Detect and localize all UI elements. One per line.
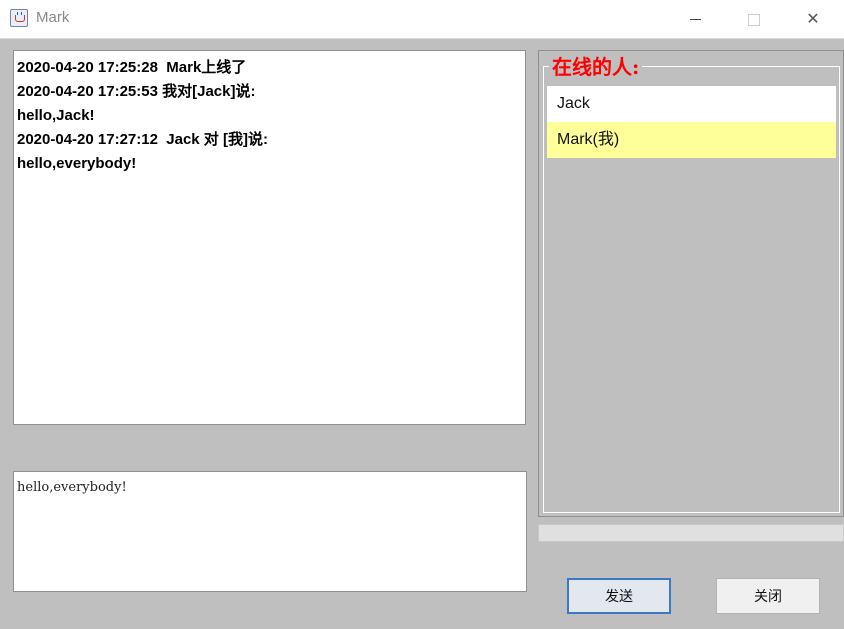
chat-message: hello,Jack! bbox=[17, 107, 95, 124]
maximize-icon bbox=[748, 13, 760, 26]
online-users-panel: 在线的人: Jack Mark(我) bbox=[538, 50, 844, 517]
title-bar: Mark ✕ bbox=[0, 0, 844, 39]
send-button[interactable]: 发送 bbox=[567, 578, 671, 614]
chat-history[interactable]: 2020-04-20 17:25:28 Mark上线了 2020-04-20 1… bbox=[13, 50, 526, 425]
message-input[interactable]: hello,everybody! bbox=[13, 471, 527, 592]
online-users-title: 在线的人: bbox=[549, 54, 643, 80]
user-list-item[interactable]: Jack bbox=[547, 86, 836, 122]
chat-message: hello,everybody! bbox=[17, 155, 137, 172]
chat-message: 2020-04-20 17:25:53 我对[Jack]说: bbox=[17, 83, 256, 100]
status-bar bbox=[538, 524, 844, 542]
maximize-button[interactable] bbox=[731, 0, 777, 38]
chat-message: 2020-04-20 17:25:28 Mark上线了 bbox=[17, 59, 247, 76]
chat-message: 2020-04-20 17:27:12 Jack 对 [我]说: bbox=[17, 131, 268, 148]
close-button[interactable]: 关闭 bbox=[716, 578, 820, 614]
close-window-button[interactable]: ✕ bbox=[790, 0, 836, 38]
minimize-icon bbox=[689, 19, 701, 20]
user-list-item-selected[interactable]: Mark(我) bbox=[547, 122, 836, 158]
online-user-list[interactable]: Jack Mark(我) bbox=[547, 86, 836, 158]
java-cup-icon bbox=[10, 9, 28, 27]
minimize-button[interactable] bbox=[672, 0, 718, 38]
close-icon: ✕ bbox=[806, 9, 820, 28]
window-title: Mark bbox=[36, 9, 70, 26]
